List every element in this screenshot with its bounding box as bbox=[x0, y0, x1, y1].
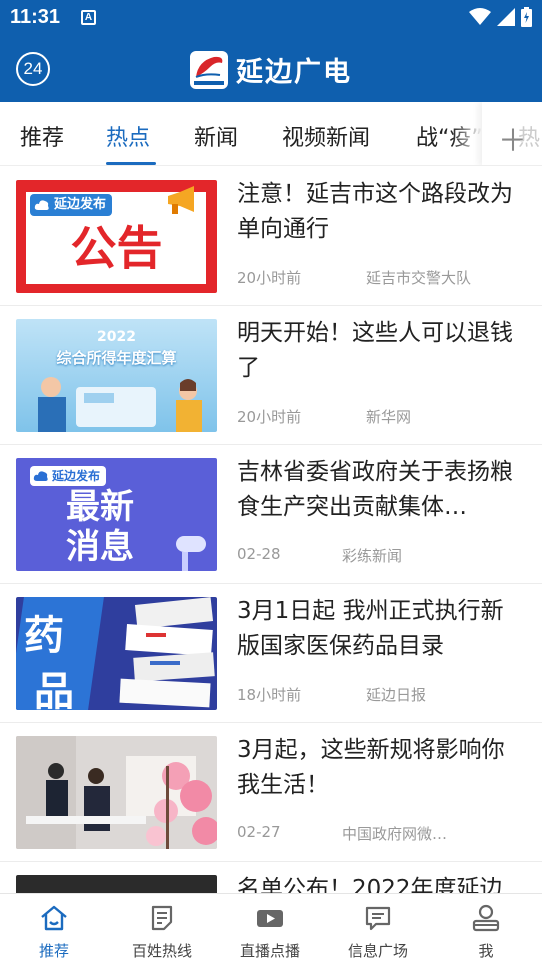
status-time: 11:31 bbox=[10, 6, 61, 28]
nav-recommend[interactable]: 推荐 bbox=[0, 894, 108, 966]
news-title: 名单公布！2022年度延边 bbox=[237, 876, 503, 893]
news-item[interactable]: 2022 综合所得年度汇算 明天开始！这些人可以退钱了 20小时前 新华网 bbox=[0, 306, 542, 445]
news-title: 吉林省委省政府关于表扬粮食生产突出贡献集体… bbox=[237, 459, 513, 520]
news-time: 18小时前 bbox=[237, 686, 302, 704]
office-photo bbox=[16, 736, 217, 849]
news-source: 中国政府网微… bbox=[342, 825, 448, 843]
tab-fade bbox=[452, 102, 482, 165]
user-icon bbox=[472, 904, 500, 932]
news-title: 3月起，这些新规将影响你我生活！ bbox=[237, 737, 505, 798]
news-time: 20小时前 bbox=[237, 408, 302, 426]
status-icons bbox=[469, 7, 532, 27]
tab-news[interactable]: 新闻 bbox=[194, 120, 238, 152]
notes-icon bbox=[151, 905, 173, 931]
news-title: 明天开始！这些人可以退钱了 bbox=[237, 320, 513, 381]
thumb-headline-1: 药 bbox=[24, 613, 64, 659]
status-bar: 11:31 A bbox=[0, 0, 542, 36]
news-thumbnail bbox=[16, 875, 217, 893]
tab-hidden-label: 热 bbox=[518, 126, 541, 151]
thumb-headline-2: 消息 bbox=[66, 527, 134, 567]
nav-me[interactable]: 我 bbox=[432, 894, 540, 966]
news-thumbnail bbox=[16, 736, 217, 849]
news-item[interactable]: 名单公布！2022年度延边 bbox=[0, 862, 542, 893]
news-thumbnail: 2022 综合所得年度汇算 bbox=[16, 319, 217, 432]
thumb-year: 2022 bbox=[97, 329, 136, 345]
news-list: 延边发布 公告 注意！延吉市这个路段改为单向通行 20小时前 延吉市交警大队 2… bbox=[0, 167, 542, 893]
home-icon bbox=[41, 905, 67, 931]
news-time: 02-27 bbox=[237, 823, 281, 841]
app-title: 延边广电 bbox=[236, 57, 352, 88]
24-hour-badge[interactable]: 24 bbox=[16, 52, 50, 86]
illustration bbox=[38, 377, 202, 432]
news-item[interactable]: 延边发布 公告 注意！延吉市这个路段改为单向通行 20小时前 延吉市交警大队 bbox=[0, 167, 542, 306]
category-tabs: 推荐 热点 新闻 视频新闻 战“疫” ＋ 热 bbox=[0, 102, 542, 166]
nav-label: 信息广场 bbox=[347, 942, 408, 960]
cloud-icon bbox=[33, 471, 48, 481]
news-time: 20小时前 bbox=[237, 269, 302, 287]
news-source: 新华网 bbox=[366, 408, 412, 426]
tab-recommend[interactable]: 推荐 bbox=[20, 120, 64, 152]
notification-icon: A bbox=[81, 10, 96, 25]
add-channel-button[interactable]: ＋ 热 bbox=[482, 102, 542, 165]
app-header: 24 延边广电 bbox=[0, 36, 542, 102]
nav-label: 百姓热线 bbox=[131, 942, 192, 960]
news-source: 延边日报 bbox=[366, 686, 427, 704]
tab-video-news[interactable]: 视频新闻 bbox=[282, 120, 370, 152]
wifi-icon bbox=[469, 8, 491, 25]
news-item[interactable]: 药 品 3月1日起 我州正式执行新版国家医保药品目录 18小时前 延边日报 bbox=[0, 584, 542, 723]
microphone-icon bbox=[176, 536, 206, 571]
nav-hotline[interactable]: 百姓热线 bbox=[108, 894, 216, 966]
thumb-headline: 公告 bbox=[70, 221, 163, 275]
message-icon bbox=[365, 906, 391, 931]
nav-info-square[interactable]: 信息广场 bbox=[324, 894, 432, 966]
cloud-icon bbox=[34, 200, 49, 210]
logo-icon bbox=[190, 50, 228, 89]
news-source: 延吉市交警大队 bbox=[366, 269, 472, 287]
nav-label: 我 bbox=[478, 942, 494, 960]
battery-icon bbox=[521, 7, 532, 27]
nav-live[interactable]: 直播点播 bbox=[216, 894, 324, 966]
news-title: 注意！延吉市这个路段改为单向通行 bbox=[237, 181, 513, 242]
news-thumbnail: 延边发布 最新 消息 bbox=[16, 458, 217, 571]
video-play-icon bbox=[257, 910, 283, 927]
news-thumbnail: 延边发布 公告 bbox=[16, 180, 217, 293]
thumb-headline: 综合所得年度汇算 bbox=[56, 349, 177, 367]
app-logo: 延边广电 bbox=[190, 50, 352, 89]
tab-hot[interactable]: 热点 bbox=[106, 120, 150, 152]
megaphone-icon bbox=[168, 186, 194, 214]
news-item[interactable]: 延边发布 最新 消息 吉林省委省政府关于表扬粮食生产突出贡献集体… 02-28 … bbox=[0, 445, 542, 584]
active-tab-indicator bbox=[106, 162, 156, 165]
news-thumbnail: 药 品 bbox=[16, 597, 217, 710]
signal-icon bbox=[497, 8, 515, 26]
news-title: 3月1日起 我州正式执行新版国家医保药品目录 bbox=[237, 598, 504, 659]
news-source: 彩练新闻 bbox=[342, 547, 403, 565]
news-item[interactable]: 3月起，这些新规将影响你我生活！ 02-27 中国政府网微… bbox=[0, 723, 542, 862]
medicine-boxes bbox=[119, 597, 215, 708]
news-time: 02-28 bbox=[237, 545, 281, 563]
thumb-headline-2: 品 bbox=[34, 669, 74, 710]
bottom-nav: 推荐 百姓热线 直播点播 信息广场 我 bbox=[0, 893, 542, 965]
nav-label: 推荐 bbox=[38, 942, 69, 960]
thumb-headline-1: 最新 bbox=[66, 487, 134, 527]
nav-label: 直播点播 bbox=[239, 942, 300, 960]
